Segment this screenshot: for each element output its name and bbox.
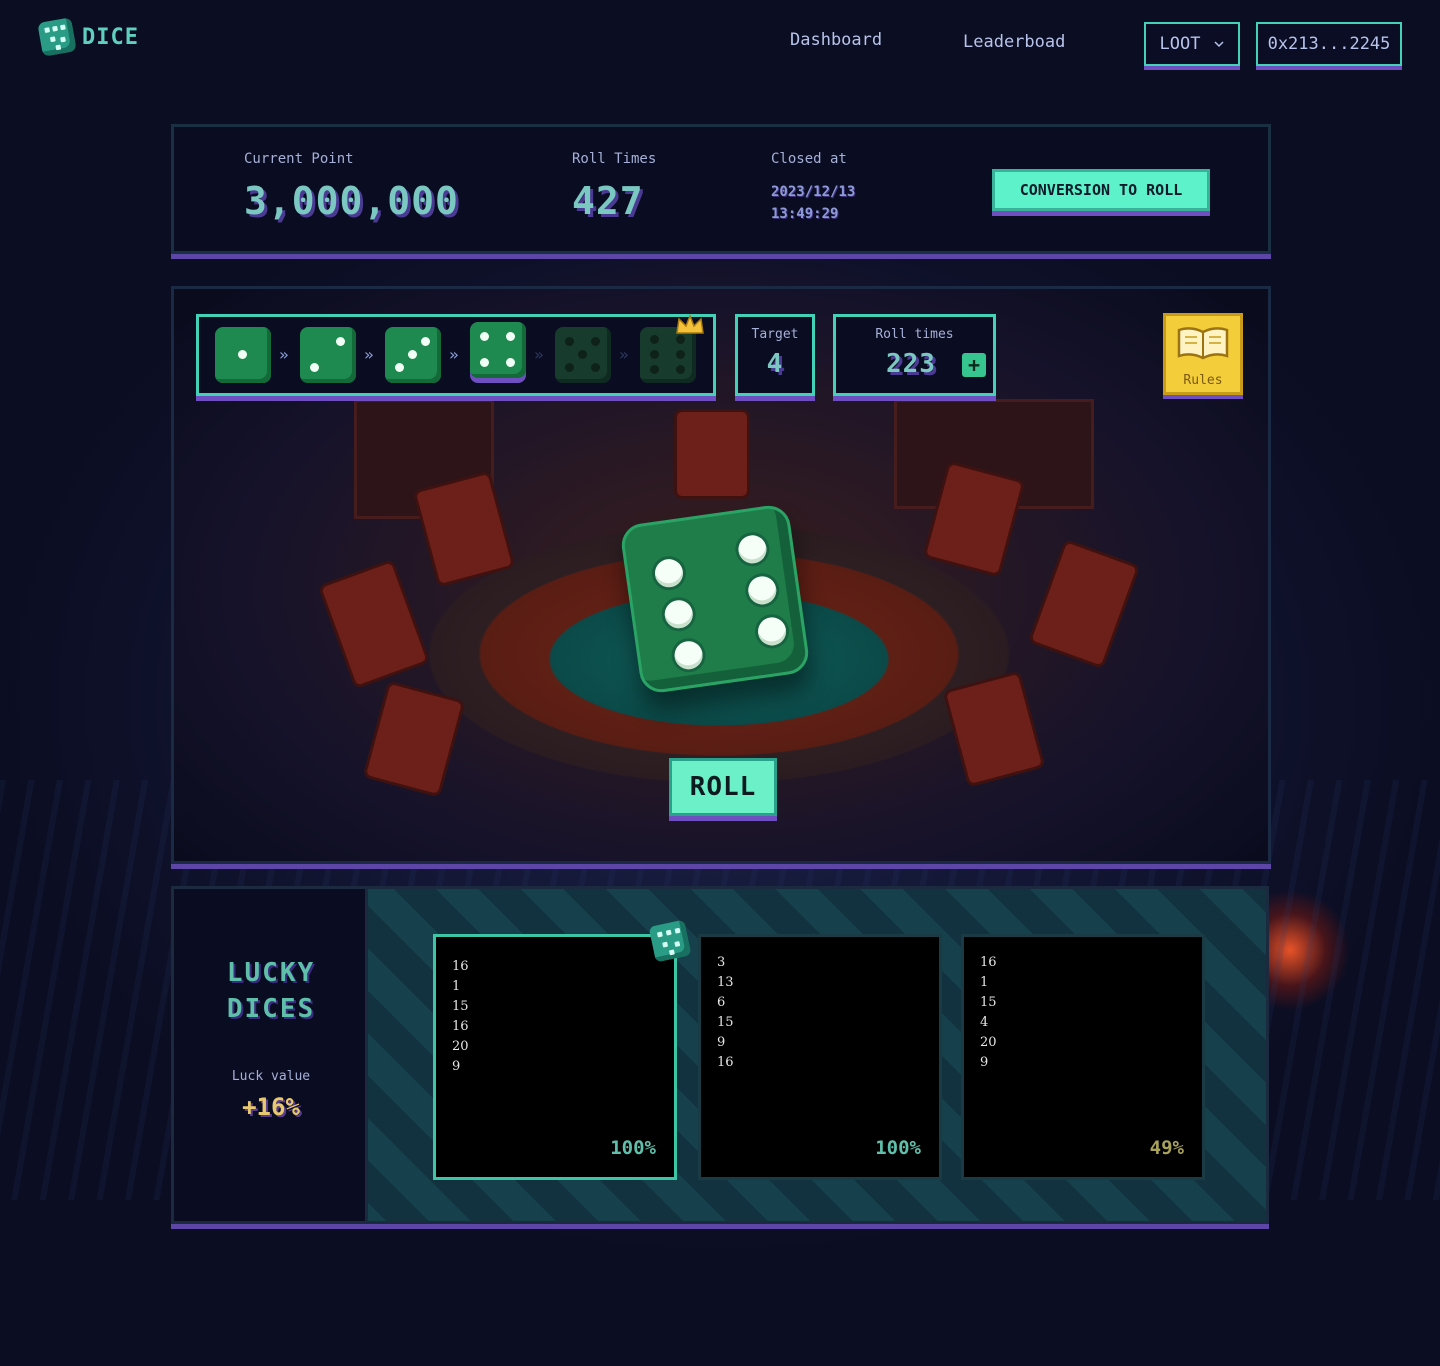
lucky-card-numbers: 16 1 15 4 20 9 xyxy=(980,955,997,1070)
roll-times-value: 427 xyxy=(572,179,644,223)
chair xyxy=(942,670,1046,788)
lucky-dices-panel: LUCKY DICES Luck value +16% 16 1 15 16 20 9… xyxy=(171,886,1269,1224)
plus-icon: + xyxy=(967,353,981,377)
dice-icon xyxy=(648,919,692,963)
crown-icon xyxy=(676,313,704,334)
roll-times-label: Roll Times xyxy=(572,151,657,167)
wallet-address: 0x213...2245 xyxy=(1267,34,1391,54)
chair xyxy=(362,680,466,798)
game-panel: » » » » » Target 4 Roll times 223 + Rule… xyxy=(171,286,1271,864)
lucky-title-line-1: LUCKY xyxy=(226,958,316,988)
add-roll-times-button[interactable]: + xyxy=(962,353,986,377)
chair xyxy=(317,558,431,690)
closed-at-time: 13:49:29 xyxy=(771,206,839,222)
current-point-value: 3,000,000 xyxy=(244,179,459,223)
lucky-card-2[interactable]: 3 13 6 15 9 16 100% xyxy=(698,934,942,1180)
chevron-right-icon: » xyxy=(279,345,289,364)
token-select[interactable]: LOOT xyxy=(1144,22,1240,66)
target-value: 4 xyxy=(766,349,784,379)
roll-times-box-value: 223 xyxy=(886,349,936,379)
wallet-button[interactable]: 0x213...2245 xyxy=(1256,22,1402,66)
roll-times-box-label: Roll times xyxy=(875,327,954,342)
roll-button[interactable]: ROLL xyxy=(669,758,777,816)
sequence-die-4-current xyxy=(470,322,526,378)
token-select-value: LOOT xyxy=(1159,34,1201,54)
book-icon xyxy=(1177,327,1229,360)
lucky-card-numbers: 3 13 6 15 9 16 xyxy=(717,955,734,1070)
luck-value-label: Luck value xyxy=(231,1069,311,1084)
lucky-card-numbers: 16 1 15 16 20 9 xyxy=(452,959,469,1074)
dice-icon xyxy=(37,17,77,57)
chair xyxy=(674,409,750,499)
nav-link-leaderboard[interactable]: Leaderboad xyxy=(963,32,1065,52)
lucky-card-percent: 49% xyxy=(1149,1137,1184,1159)
target-label: Target xyxy=(751,327,799,342)
roll-times-box: Roll times 223 + xyxy=(833,314,996,396)
chevron-down-icon xyxy=(1214,41,1224,48)
current-point-label: Current Point xyxy=(244,151,354,167)
dice-sequence: » » » » » xyxy=(196,313,716,396)
chevron-right-icon: » xyxy=(449,345,459,364)
rolled-die xyxy=(618,502,812,696)
lucky-dices-summary: LUCKY DICES Luck value +16% xyxy=(174,889,368,1221)
lucky-card-3[interactable]: 16 1 15 4 20 9 49% xyxy=(961,934,1205,1180)
top-nav: DICE Dashboard Leaderboad LOOT 0x213...2… xyxy=(0,0,1440,80)
chevron-right-icon: » xyxy=(534,345,544,364)
sequence-die-3 xyxy=(385,327,441,383)
chair xyxy=(412,470,516,588)
lucky-card-percent: 100% xyxy=(610,1137,656,1159)
closed-at-date: 2023/12/13 xyxy=(771,184,856,200)
conversion-to-roll-button[interactable]: CONVERSION TO ROLL xyxy=(992,169,1210,211)
rules-label: Rules xyxy=(1183,373,1223,388)
lucky-card-percent: 100% xyxy=(875,1137,921,1159)
chevron-right-icon: » xyxy=(619,345,629,364)
stats-panel: Current Point 3,000,000 Roll Times 427 C… xyxy=(171,124,1271,254)
closed-at-label: Closed at xyxy=(771,151,847,167)
chair xyxy=(1027,538,1141,670)
sequence-die-5 xyxy=(555,327,611,383)
sequence-die-1 xyxy=(215,327,271,383)
lucky-dices-title: LUCKY DICES xyxy=(174,955,368,1027)
target-box: Target 4 xyxy=(735,314,815,396)
rules-button[interactable]: Rules xyxy=(1163,313,1243,395)
lucky-card-1[interactable]: 16 1 15 16 20 9 100% xyxy=(433,919,692,1180)
brand-logo[interactable]: DICE xyxy=(37,17,139,57)
nav-link-dashboard[interactable]: Dashboard xyxy=(790,30,882,50)
luck-value: +16% xyxy=(242,1093,300,1121)
lucky-title-line-2: DICES xyxy=(226,994,316,1024)
chevron-right-icon: » xyxy=(364,345,374,364)
sequence-die-2 xyxy=(300,327,356,383)
brand-name: DICE xyxy=(82,24,139,50)
